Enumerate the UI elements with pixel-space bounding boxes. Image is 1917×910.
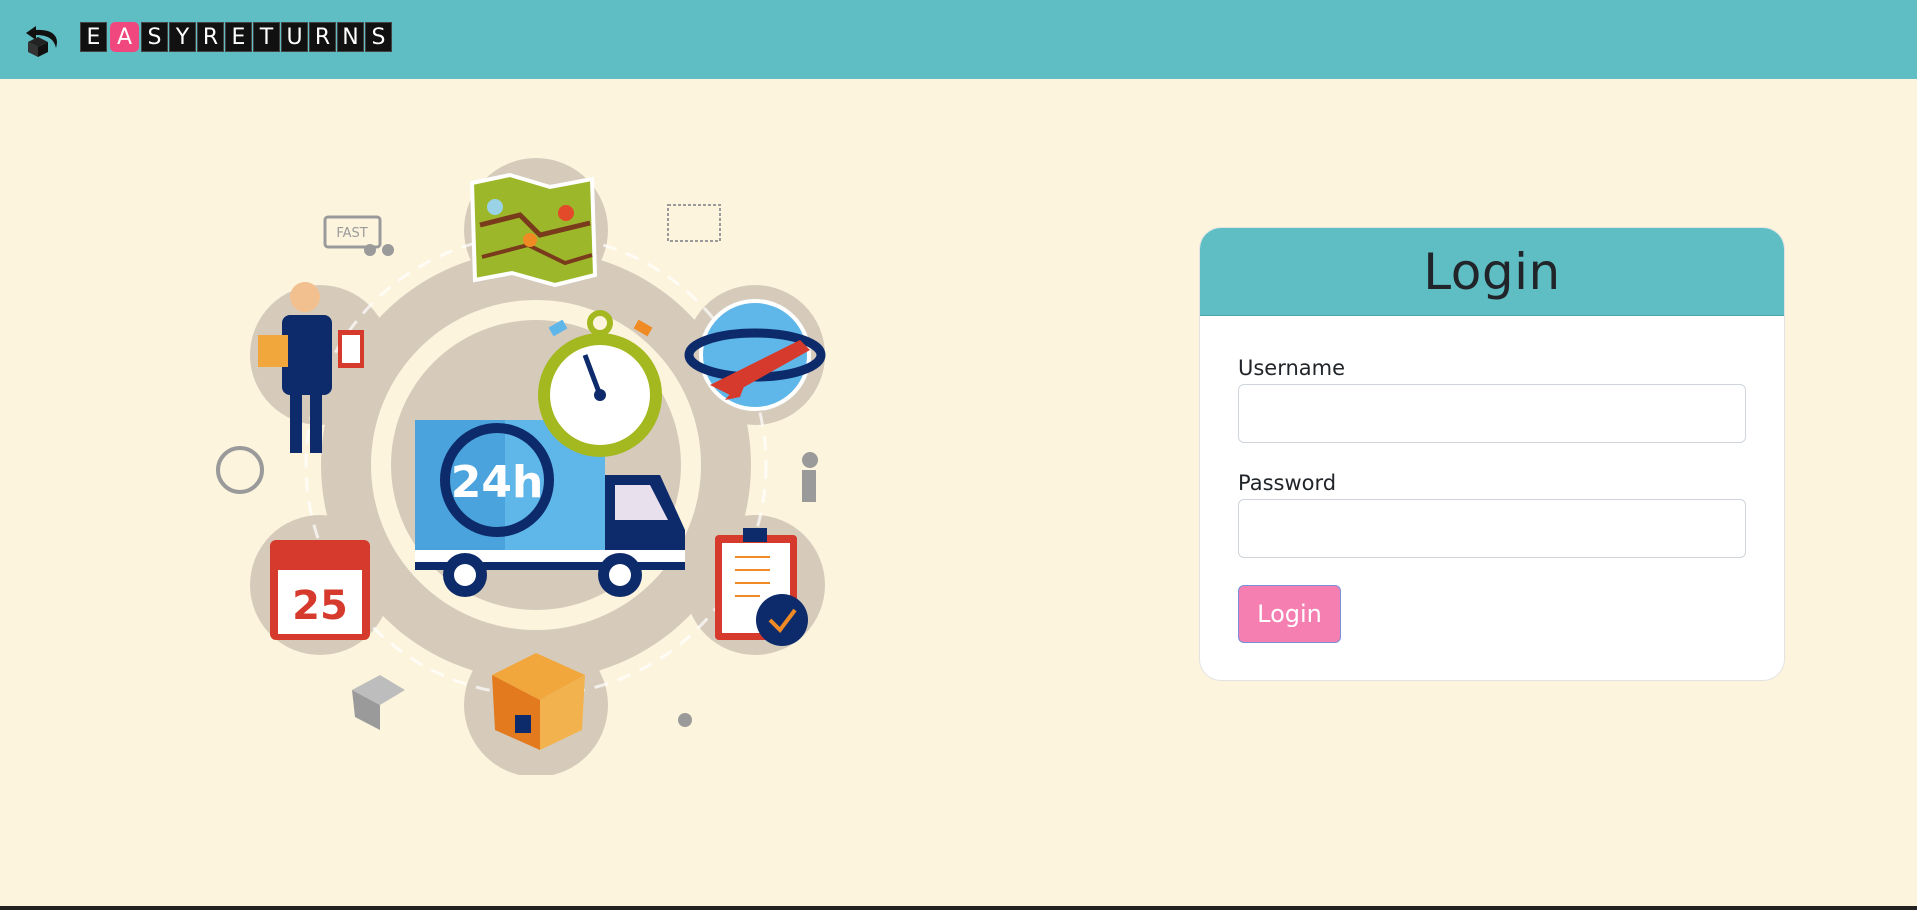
brand-letter: N: [337, 22, 364, 52]
brand-letter: S: [365, 22, 392, 52]
calendar-icon: 25: [270, 540, 370, 640]
brand-letter: S: [141, 22, 168, 52]
brand-letter: R: [197, 22, 224, 52]
brand-letter: T: [253, 22, 280, 52]
password-label: Password: [1238, 471, 1337, 495]
calendar-day-text: 25: [292, 583, 348, 629]
return-box-icon[interactable]: [22, 20, 68, 58]
brand-letter: E: [225, 22, 252, 52]
username-input[interactable]: [1238, 384, 1746, 443]
login-card: Login Username Password Login: [1199, 227, 1785, 681]
brand-letter: U: [281, 22, 308, 52]
fast-label-text: FAST: [336, 226, 367, 241]
username-label: Username: [1238, 356, 1346, 380]
clipboard-checklist-icon: [715, 528, 808, 646]
bottom-border: [0, 906, 1917, 910]
login-card-header: Login: [1200, 228, 1784, 316]
truck-24h-text: 24h: [451, 457, 544, 508]
login-button[interactable]: Login: [1238, 585, 1341, 643]
logistics-illustration: 25 24h FAST: [216, 158, 826, 775]
brand-logo[interactable]: E A S Y R E T U R N S: [80, 22, 393, 52]
top-navbar: E A S Y R E T U R N S: [0, 0, 1917, 79]
brand-letter: A: [110, 22, 139, 52]
brand-letter: E: [80, 22, 107, 52]
map-icon: [469, 172, 598, 288]
login-title: Login: [1423, 242, 1561, 301]
brand-letter: Y: [169, 22, 196, 52]
brand-letter: R: [309, 22, 336, 52]
password-input[interactable]: [1238, 499, 1746, 558]
